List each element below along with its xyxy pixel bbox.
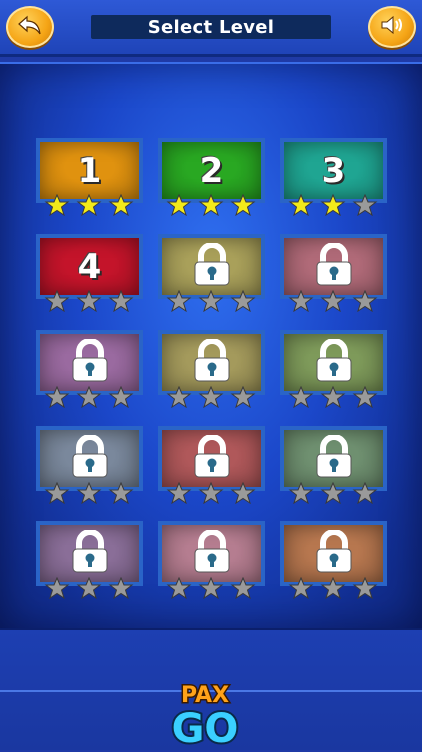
sound-button[interactable] xyxy=(368,6,416,48)
star-icon xyxy=(198,193,224,217)
star-icon xyxy=(288,385,314,409)
star-icon xyxy=(44,193,70,217)
lock-icon xyxy=(65,528,115,578)
star-rating xyxy=(288,385,378,409)
star-icon xyxy=(44,576,70,600)
star-icon xyxy=(320,576,346,600)
star-rating xyxy=(166,289,256,313)
level-tile[interactable]: 3 xyxy=(280,138,387,226)
level-tile xyxy=(158,234,265,322)
lock-icon xyxy=(309,433,359,483)
level-tile xyxy=(280,426,387,514)
lock-icon xyxy=(187,337,237,387)
star-icon xyxy=(108,385,134,409)
star-icon xyxy=(76,576,102,600)
level-tile xyxy=(158,521,265,609)
level-number: 1 xyxy=(77,150,102,191)
star-icon xyxy=(288,289,314,313)
logo-text-pax: PAX xyxy=(181,683,229,708)
star-icon xyxy=(76,193,102,217)
star-icon xyxy=(108,193,134,217)
star-icon xyxy=(166,576,192,600)
star-icon xyxy=(44,481,70,505)
back-button[interactable] xyxy=(6,6,54,48)
star-icon xyxy=(288,481,314,505)
star-icon xyxy=(288,576,314,600)
lock-icon xyxy=(65,337,115,387)
star-rating xyxy=(166,481,256,505)
level-tile xyxy=(280,234,387,322)
star-icon xyxy=(108,289,134,313)
speaker-icon xyxy=(379,14,405,40)
star-icon xyxy=(166,385,192,409)
star-rating xyxy=(288,193,378,217)
star-icon xyxy=(76,481,102,505)
star-icon xyxy=(198,481,224,505)
star-icon xyxy=(44,289,70,313)
level-tile xyxy=(36,426,143,514)
top-bar: Select Level xyxy=(0,0,422,57)
star-rating xyxy=(288,576,378,600)
star-icon xyxy=(288,193,314,217)
level-tile[interactable]: 4 xyxy=(36,234,143,322)
lock-icon xyxy=(65,433,115,483)
star-icon xyxy=(230,576,256,600)
lock-icon xyxy=(187,528,237,578)
star-icon xyxy=(230,289,256,313)
page-title: Select Level xyxy=(91,15,331,39)
lock-icon xyxy=(309,241,359,291)
star-icon xyxy=(352,289,378,313)
star-icon xyxy=(198,289,224,313)
lock-icon xyxy=(309,528,359,578)
star-rating xyxy=(288,481,378,505)
star-icon xyxy=(320,193,346,217)
star-rating xyxy=(288,289,378,313)
star-icon xyxy=(108,576,134,600)
star-icon xyxy=(352,193,378,217)
logo-text-go: GO xyxy=(172,706,239,748)
star-icon xyxy=(198,576,224,600)
star-rating xyxy=(44,576,134,600)
star-rating xyxy=(44,289,134,313)
star-icon xyxy=(320,481,346,505)
back-arrow-icon xyxy=(17,14,43,40)
star-icon xyxy=(76,289,102,313)
level-number: 3 xyxy=(321,150,346,191)
level-tile xyxy=(36,521,143,609)
star-rating xyxy=(44,481,134,505)
star-icon xyxy=(166,289,192,313)
level-tile[interactable]: 1 xyxy=(36,138,143,226)
level-tile xyxy=(280,521,387,609)
star-rating xyxy=(44,193,134,217)
lock-icon xyxy=(309,337,359,387)
star-icon xyxy=(320,385,346,409)
star-icon xyxy=(352,385,378,409)
paxgo-logo: PAX GO xyxy=(145,678,265,752)
star-icon xyxy=(320,289,346,313)
star-icon xyxy=(166,193,192,217)
star-icon xyxy=(230,193,256,217)
star-icon xyxy=(198,385,224,409)
lock-icon xyxy=(187,433,237,483)
level-tile xyxy=(36,330,143,418)
star-icon xyxy=(108,481,134,505)
star-icon xyxy=(230,481,256,505)
star-icon xyxy=(44,385,70,409)
star-icon xyxy=(166,481,192,505)
level-number: 2 xyxy=(199,150,224,191)
star-rating xyxy=(44,385,134,409)
level-tile[interactable]: 2 xyxy=(158,138,265,226)
level-tile xyxy=(158,426,265,514)
star-rating xyxy=(166,576,256,600)
level-tile xyxy=(158,330,265,418)
star-icon xyxy=(352,481,378,505)
level-tile xyxy=(280,330,387,418)
star-rating xyxy=(166,385,256,409)
star-icon xyxy=(352,576,378,600)
level-number: 4 xyxy=(77,246,102,287)
star-rating xyxy=(166,193,256,217)
lock-icon xyxy=(187,241,237,291)
star-icon xyxy=(230,385,256,409)
star-icon xyxy=(76,385,102,409)
